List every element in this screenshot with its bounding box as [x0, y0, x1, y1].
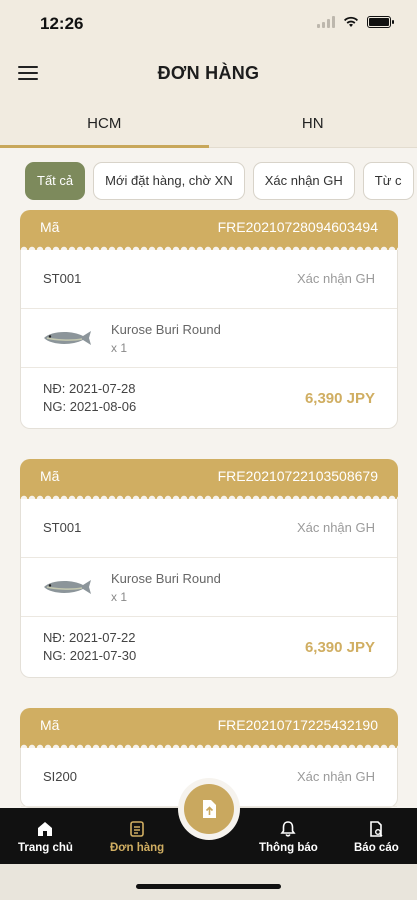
upload-document-icon — [203, 800, 216, 818]
order-body: ST001 Xác nhận GH Kurose Buri Round x 1 … — [20, 498, 398, 678]
item-name: Kurose Buri Round — [111, 570, 221, 586]
region-tabs: HCM HN — [0, 104, 417, 148]
status-filters: Tất cả Mới đặt hàng, chờ XN Xác nhận GH … — [25, 162, 417, 200]
signal-icon — [317, 16, 335, 28]
nav-home-label: Trang chủ — [18, 842, 73, 854]
order-store-row: ST001 Xác nhận GH — [21, 249, 397, 309]
store-code: ST001 — [43, 271, 82, 286]
status-icons — [317, 16, 394, 28]
filter-more[interactable]: Từ c — [362, 162, 414, 200]
nav-notifications-label: Thông báo — [259, 842, 318, 854]
filter-confirmed-delivery[interactable]: Xác nhận GH — [252, 162, 355, 200]
order-code: FRE20210728094603494 — [217, 219, 378, 235]
item-quantity: x 1 — [111, 340, 128, 355]
fish-thumbnail-icon — [44, 331, 91, 345]
order-status: Xác nhận GH — [296, 769, 375, 784]
status-time: 12:26 — [40, 14, 84, 33]
battery-icon — [367, 16, 394, 28]
store-code: ST001 — [43, 520, 82, 535]
order-code: FRE20210722103508679 — [217, 468, 378, 484]
order-card[interactable]: Mã FRE20210728094603494 ST001 Xác nhận G… — [20, 210, 398, 429]
delivery-date: NG: 2021-07-30 — [43, 648, 137, 663]
order-dates-row: NĐ: 2021-07-22 NG: 2021-07-30 6,390 JPY — [21, 617, 397, 677]
order-code: FRE20210717225432190 — [217, 717, 378, 733]
order-price: 6,390 JPY — [304, 638, 375, 656]
order-header: Mã FRE20210717225432190 — [20, 708, 398, 748]
nav-notifications[interactable]: Thông báo — [259, 820, 318, 854]
nav-reports-label: Báo cáo — [354, 842, 399, 854]
order-code-label: Mã — [40, 468, 60, 484]
home-indicator[interactable] — [136, 884, 281, 889]
nav-reports[interactable]: Báo cáo — [354, 820, 399, 854]
order-item-row: Kurose Buri Round x 1 — [21, 309, 397, 368]
fish-thumbnail-icon — [44, 580, 91, 594]
order-date: NĐ: 2021-07-22 — [43, 630, 136, 645]
wifi-icon — [344, 16, 358, 27]
order-date: NĐ: 2021-07-28 — [43, 381, 136, 396]
nav-orders-label: Đơn hàng — [110, 842, 165, 854]
item-quantity: x 1 — [111, 589, 128, 604]
home-indicator-area — [0, 864, 417, 900]
order-header: Mã FRE20210722103508679 — [20, 459, 398, 499]
tab-hcm[interactable]: HCM — [0, 104, 209, 148]
home-icon — [38, 822, 53, 836]
order-header: Mã FRE20210728094603494 — [20, 210, 398, 250]
order-code-label: Mã — [40, 717, 60, 733]
upload-fab-button[interactable] — [178, 778, 240, 840]
tab-hn[interactable]: HN — [209, 104, 417, 147]
bell-icon — [280, 821, 296, 837]
order-status: Xác nhận GH — [296, 520, 375, 535]
order-status: Xác nhận GH — [296, 271, 375, 286]
nav-home[interactable]: Trang chủ — [18, 820, 73, 854]
order-body: ST001 Xác nhận GH Kurose Buri Round x 1 … — [20, 249, 398, 429]
page-title: ĐƠN HÀNG — [157, 63, 260, 83]
app-header: ĐƠN HÀNG — [0, 46, 417, 104]
status-bar: 12:26 — [0, 0, 417, 46]
order-price: 6,390 JPY — [304, 389, 375, 407]
filter-all[interactable]: Tất cả — [25, 162, 86, 200]
filter-new-order[interactable]: Mới đặt hàng, chờ XN — [93, 162, 245, 200]
order-store-row: ST001 Xác nhận GH — [21, 498, 397, 558]
nav-orders[interactable]: Đơn hàng — [110, 820, 164, 854]
order-item-row: Kurose Buri Round x 1 — [21, 558, 397, 617]
order-code-label: Mã — [40, 219, 60, 235]
orders-icon — [130, 821, 144, 837]
store-code: SI200 — [43, 769, 77, 784]
order-dates-row: NĐ: 2021-07-28 NG: 2021-08-06 6,390 JPY — [21, 368, 397, 428]
report-icon — [370, 821, 383, 837]
order-card[interactable]: Mã FRE20210722103508679 ST001 Xác nhận G… — [20, 459, 398, 678]
item-name: Kurose Buri Round — [111, 321, 221, 337]
delivery-date: NG: 2021-08-06 — [43, 399, 137, 414]
